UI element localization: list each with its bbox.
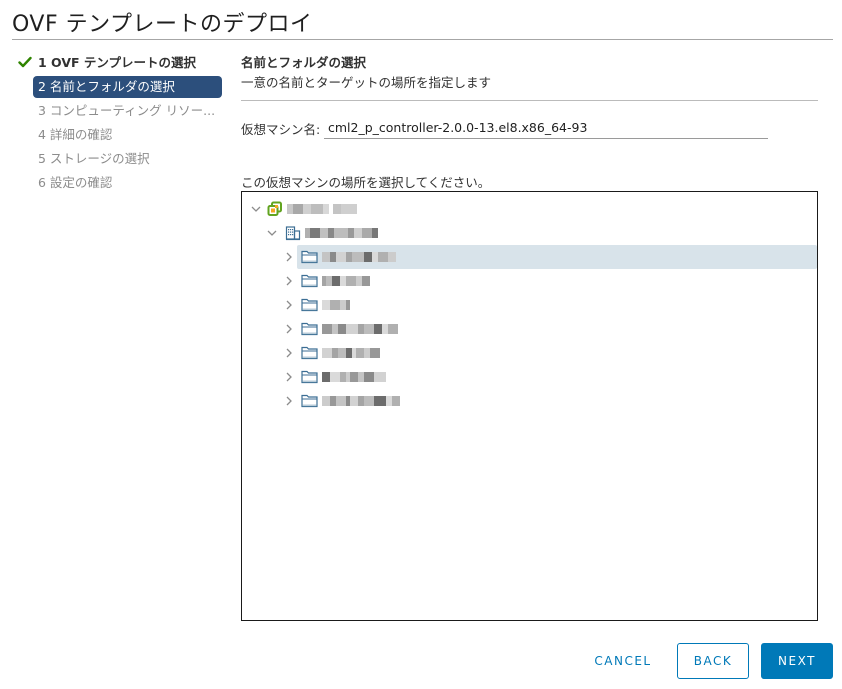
tree-node-label (322, 324, 398, 334)
folder-icon (301, 321, 319, 337)
tree-node-folder[interactable] (242, 269, 817, 293)
step-2[interactable]: 2 名前とフォルダの選択 (33, 76, 222, 98)
tree-node-label (322, 372, 386, 382)
folder-icon (301, 249, 319, 265)
folder-icon (301, 297, 319, 313)
chevron-right-icon[interactable] (283, 275, 295, 287)
step-5: 5 ストレージの選択 (14, 148, 224, 172)
chevron-down-icon[interactable] (250, 203, 262, 215)
section-title: 名前とフォルダの選択 (241, 55, 367, 70)
step-label: 2 名前とフォルダの選択 (38, 79, 175, 94)
vcenter-icon (267, 201, 285, 217)
tree-node-folder[interactable] (242, 293, 817, 317)
tree-node-label (322, 396, 400, 406)
chevron-right-icon[interactable] (283, 299, 295, 311)
step-label: 6 設定の確認 (38, 175, 113, 190)
dialog-title: OVF テンプレートのデプロイ (12, 12, 313, 37)
step-label: 5 ストレージの選択 (38, 151, 150, 166)
chevron-right-icon[interactable] (283, 323, 295, 335)
step-label: 1 OVF テンプレートの選択 (38, 55, 197, 70)
tree-node-label (287, 204, 357, 214)
folder-icon (301, 345, 319, 361)
folder-icon (301, 393, 319, 409)
step-1[interactable]: 1 OVF テンプレートの選択 (14, 52, 224, 76)
main-panel: 名前とフォルダの選択 一意の名前とターゲットの場所を指定します 仮想マシン名: … (241, 52, 818, 621)
section-divider (241, 100, 818, 101)
check-icon (18, 56, 32, 68)
chevron-right-icon[interactable] (283, 371, 295, 383)
step-6: 6 設定の確認 (14, 172, 224, 196)
chevron-right-icon[interactable] (283, 347, 295, 359)
tree-node-folder[interactable] (242, 341, 817, 365)
datacenter-icon (285, 225, 303, 241)
vm-name-label: 仮想マシン名: (241, 121, 321, 137)
vm-name-input[interactable] (324, 117, 768, 139)
step-label: 3 コンピューティング リソー... (38, 103, 216, 118)
tree-node-folder[interactable] (242, 365, 817, 389)
title-divider (12, 39, 833, 40)
location-label: この仮想マシンの場所を選択してください。 (241, 175, 491, 190)
folder-icon (301, 369, 319, 385)
tree-node-label (322, 252, 396, 262)
tree-node-folder[interactable] (242, 389, 817, 413)
section-subtitle: 一意の名前とターゲットの場所を指定します (241, 75, 492, 90)
chevron-right-icon[interactable] (283, 395, 295, 407)
next-button[interactable]: NEXT (761, 643, 833, 679)
step-label: 4 詳細の確認 (38, 127, 113, 142)
cancel-button[interactable]: CANCEL (582, 643, 664, 679)
tree-node-folder[interactable] (242, 317, 817, 341)
step-3: 3 コンピューティング リソー... (14, 100, 224, 124)
wizard-steps: 1 OVF テンプレートの選択 2 名前とフォルダの選択 3 コンピューティング… (14, 52, 224, 196)
chevron-right-icon[interactable] (283, 251, 295, 263)
location-tree[interactable] (241, 191, 818, 621)
tree-node-folder[interactable] (242, 245, 817, 269)
tree-node-label (322, 276, 370, 286)
tree-node-label (305, 228, 378, 238)
back-button[interactable]: BACK (677, 643, 749, 679)
tree-node-vcenter[interactable] (242, 197, 817, 221)
step-4: 4 詳細の確認 (14, 124, 224, 148)
tree-node-label (322, 348, 380, 358)
vm-name-row: 仮想マシン名: (241, 116, 768, 140)
tree-node-label (322, 300, 350, 310)
tree-node-datacenter[interactable] (242, 221, 817, 245)
folder-icon (301, 273, 319, 289)
chevron-down-icon[interactable] (266, 227, 278, 239)
